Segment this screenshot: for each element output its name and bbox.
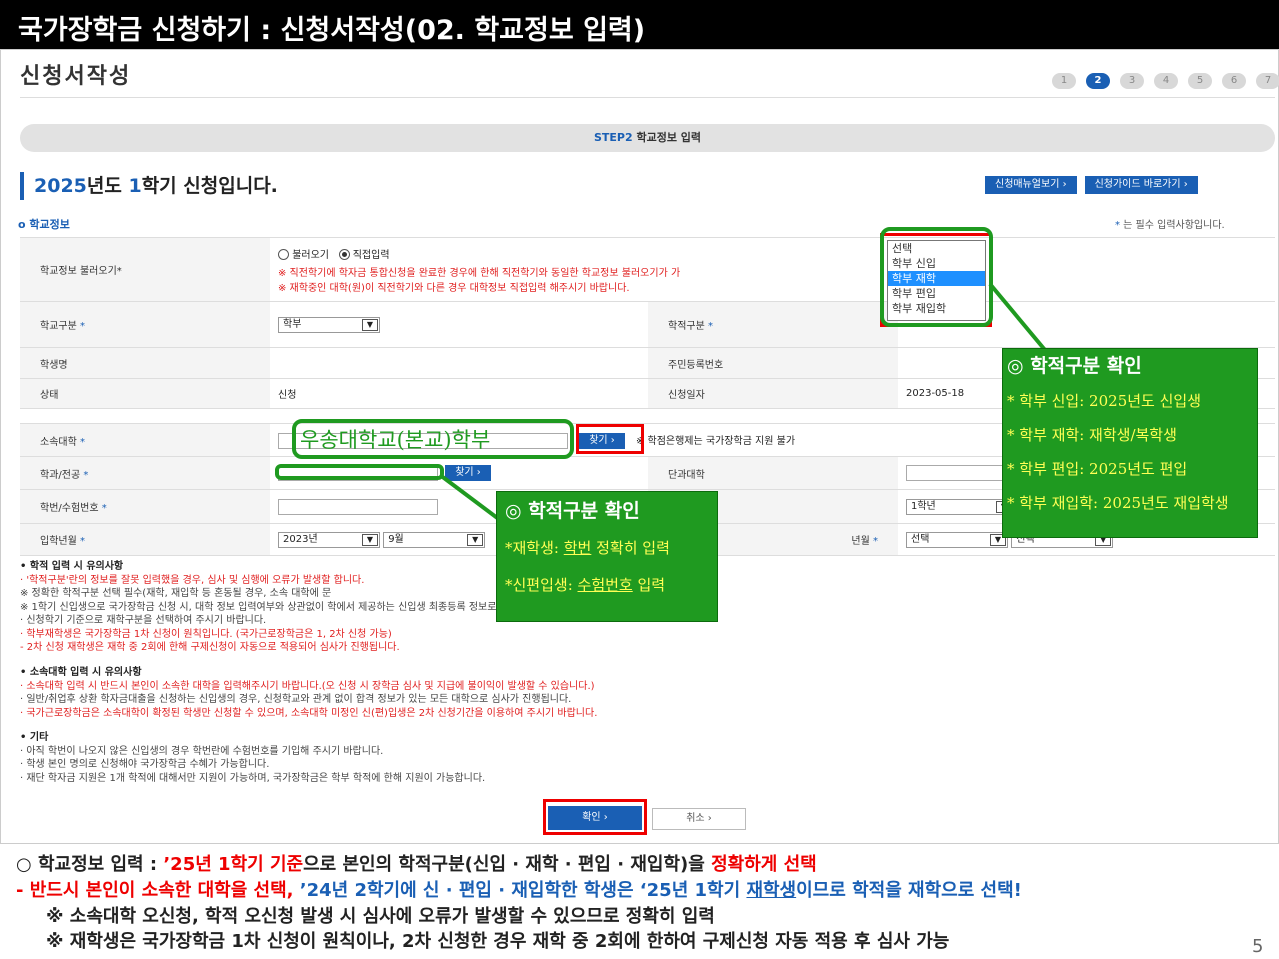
page-number: 5 (1252, 936, 1264, 957)
highlight-find-button (576, 424, 644, 454)
callout-enroll-types: ◎ 학적구분 확인 * 학부 신입: 2025년도 신입생 * 학부 재학: 재… (1002, 348, 1258, 538)
callout-enroll-item-4: * 학부 재입학: 2025년도 재입학생 (1007, 494, 1229, 512)
summary-2u: 재학생 (746, 880, 797, 901)
callout-student-no: ◎ 학적구분 확인 *재학생: 학번 정확히 입력 *신편입생: 수험번호 입력 (496, 491, 718, 622)
callout-student-item-2-a: *신편입생: (505, 576, 578, 594)
summary-line-2: - 반드시 본인이 소속한 대학을 선택, ’24년 2학기에 신 · 편입 ·… (16, 876, 1022, 902)
callout-student-title: ◎ 학적구분 확인 (505, 500, 640, 522)
callout-student-item-1: *재학생: 학번 정확히 입력 (505, 537, 709, 558)
summary-1a: ○ 학교정보 입력 : (16, 854, 164, 875)
summary-1c: 으로 본인의 학적구분(신입 · 재학 · 편입 · 재입학)을 (303, 854, 712, 875)
callout-student-item-2-b: 입력 (632, 576, 666, 594)
univ-entered-value: 우송대학교(본교)학부 (300, 428, 491, 452)
callout-enroll-item-1: * 학부 신입: 2025년도 신입생 (1007, 392, 1202, 410)
callout-student-item-2: *신편입생: 수험번호 입력 (505, 574, 709, 595)
summary-box: ○ 학교정보 입력 : ’25년 1학기 기준으로 본인의 학적구분(신입 · … (0, 844, 1279, 959)
summary-1d: 정확하게 선택 (711, 854, 817, 875)
connector-mid (438, 473, 502, 522)
callout-student-item-1-a: *재학생: (505, 539, 564, 557)
summary-2a: - 반드시 본인이 소속한 대학을 선택, (16, 880, 300, 901)
callout-enroll-title: ◎ 학적구분 확인 (1007, 355, 1142, 377)
callout-student-item-2-u: 수험번호 (577, 576, 633, 594)
callout-student-item-1-b: 정확히 입력 (591, 539, 670, 557)
summary-1b: ’25년 1학기 기준 (163, 854, 304, 875)
highlight-confirm-button (543, 799, 647, 835)
summary-2b: ’24년 2학기에 신 · 편입 · 재입학한 학생은 ‘25년 1학기 (299, 880, 747, 901)
connector-right (988, 282, 1047, 352)
summary-line-3: ※ 소속대학 오신청, 학적 오신청 발생 시 심사에 오류가 발생할 수 있으… (46, 906, 715, 927)
summary-2c: 이므로 학적을 재학으로 선택! (796, 880, 1022, 901)
callout-enroll-item-2: * 학부 재학: 재학생/복학생 (1007, 426, 1177, 444)
callout-student-item-1-u: 학번 (563, 539, 592, 557)
callout-enroll-item-3: * 학부 편입: 2025년도 편입 (1007, 460, 1188, 478)
summary-line-1: ○ 학교정보 입력 : ’25년 1학기 기준으로 본인의 학적구분(신입 · … (16, 850, 817, 876)
highlight-dept-green (275, 464, 444, 480)
summary-line-4: ※ 재학생은 국가장학금 1차 신청이 원칙이나, 2차 신청한 경우 재학 중… (46, 931, 950, 952)
